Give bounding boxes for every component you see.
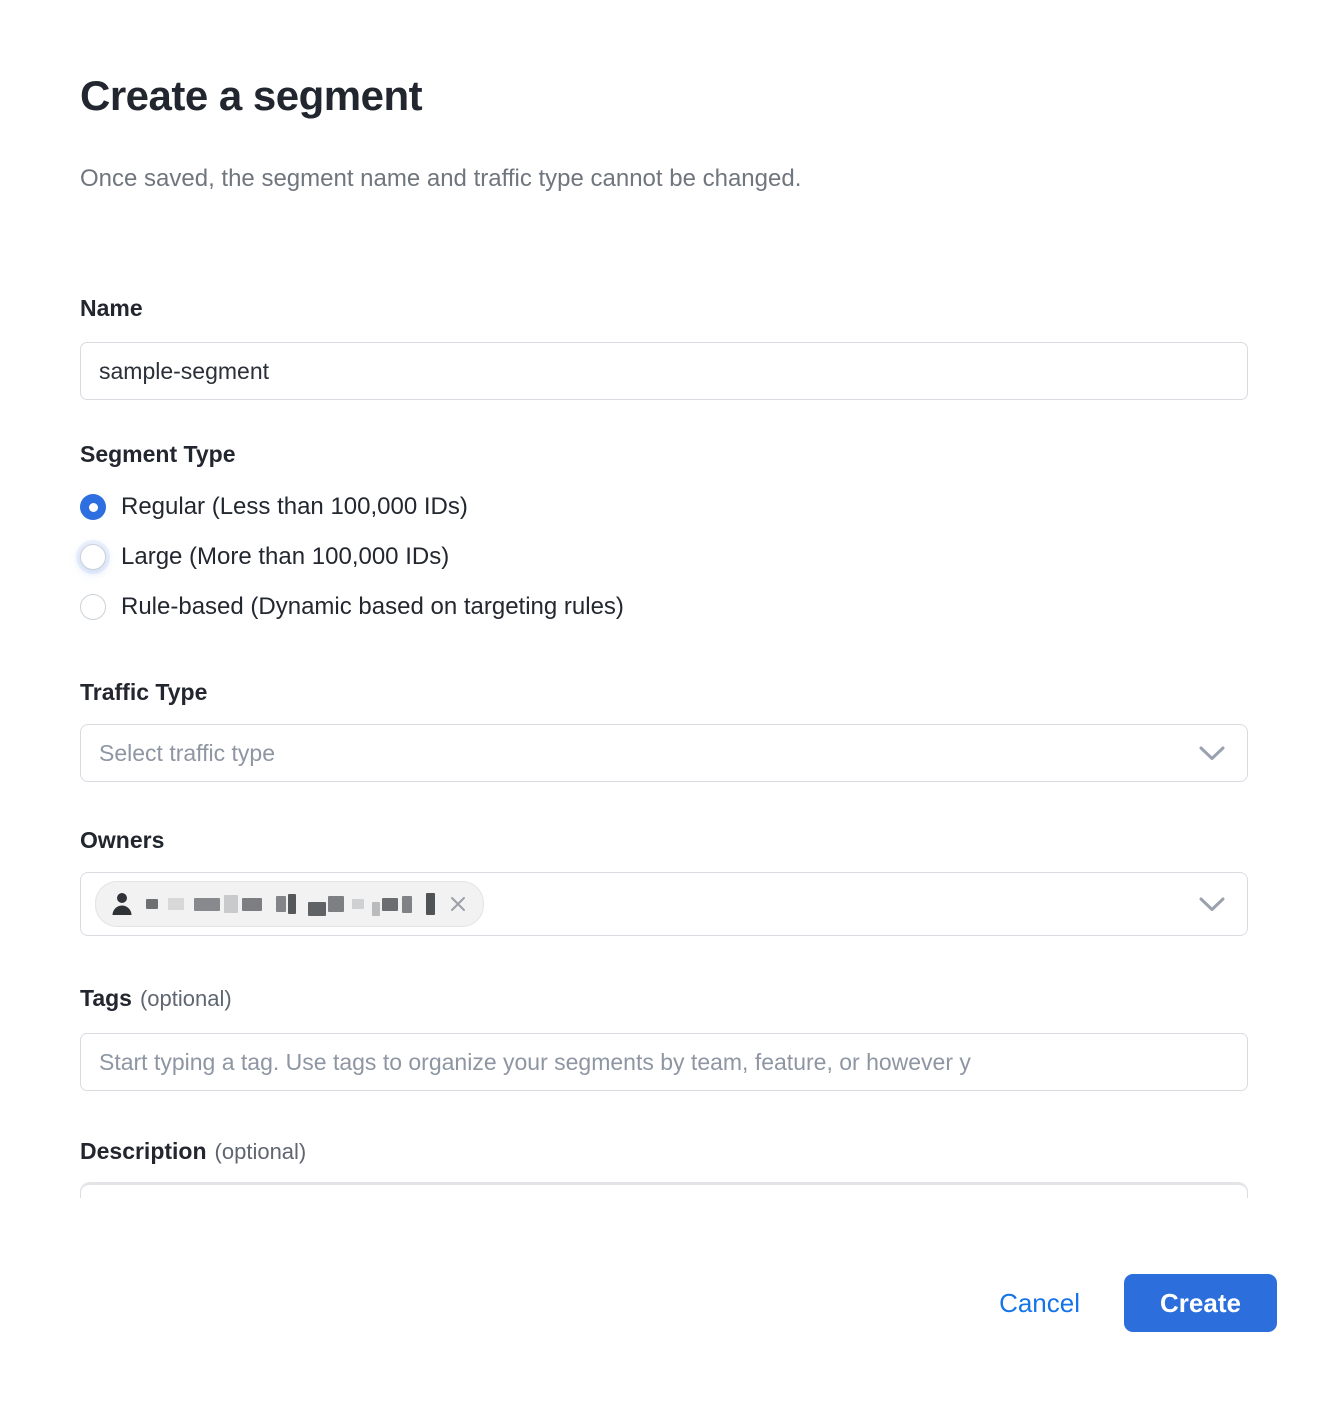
chevron-down-icon <box>1199 897 1225 912</box>
traffic-type-label: Traffic Type <box>80 678 1248 706</box>
radio-option-large[interactable]: Large (More than 100,000 IDs) <box>80 532 1248 582</box>
person-icon <box>110 891 134 917</box>
radio-unselected-icon[interactable] <box>80 544 106 570</box>
create-segment-dialog: Create a segment Once saved, the segment… <box>0 0 1328 1198</box>
name-label: Name <box>80 294 1248 322</box>
description-group: Description (optional) <box>80 1137 1248 1198</box>
owners-select[interactable] <box>80 872 1248 936</box>
radio-unselected-icon[interactable] <box>80 594 106 620</box>
name-field-group: Name <box>80 294 1248 400</box>
tags-group: Tags (optional) <box>80 984 1248 1091</box>
radio-selected-icon[interactable] <box>80 494 106 520</box>
radio-option-regular[interactable]: Regular (Less than 100,000 IDs) <box>80 482 1248 532</box>
chevron-down-icon <box>1199 746 1225 761</box>
owners-label: Owners <box>80 826 1248 854</box>
description-label-text: Description <box>80 1138 207 1164</box>
create-button[interactable]: Create <box>1124 1274 1277 1332</box>
radio-option-label: Regular (Less than 100,000 IDs) <box>121 493 468 521</box>
owner-chip[interactable] <box>95 881 484 927</box>
dialog-subtitle: Once saved, the segment name and traffic… <box>80 164 1248 194</box>
description-optional-text: (optional) <box>215 1139 307 1164</box>
name-input[interactable] <box>80 342 1248 400</box>
description-label: Description (optional) <box>80 1137 1248 1166</box>
segment-type-radio-group: Regular (Less than 100,000 IDs) Large (M… <box>80 482 1248 632</box>
cancel-button[interactable]: Cancel <box>999 1288 1080 1319</box>
tags-label-text: Tags <box>80 985 132 1011</box>
traffic-type-select[interactable]: Select traffic type <box>80 724 1248 782</box>
radio-option-label: Large (More than 100,000 IDs) <box>121 543 449 571</box>
traffic-type-placeholder: Select traffic type <box>99 740 1199 767</box>
dialog-footer: Cancel Create <box>0 1274 1328 1332</box>
tags-input[interactable] <box>80 1033 1248 1091</box>
traffic-type-group: Traffic Type Select traffic type <box>80 678 1248 782</box>
radio-option-label: Rule-based (Dynamic based on targeting r… <box>121 593 624 621</box>
segment-type-group: Segment Type Regular (Less than 100,000 … <box>80 440 1248 632</box>
owners-group: Owners <box>80 826 1248 936</box>
redacted-owner-text <box>146 891 435 917</box>
page-title: Create a segment <box>80 72 1248 120</box>
segment-type-label: Segment Type <box>80 440 1248 468</box>
radio-option-rule-based[interactable]: Rule-based (Dynamic based on targeting r… <box>80 582 1248 632</box>
x-icon[interactable] <box>449 895 467 913</box>
tags-optional-text: (optional) <box>140 986 232 1011</box>
description-textarea[interactable] <box>80 1182 1248 1198</box>
tags-label: Tags (optional) <box>80 984 1248 1013</box>
